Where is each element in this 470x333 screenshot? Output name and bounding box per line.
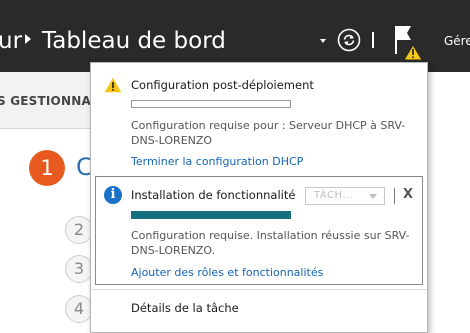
task-dropdown[interactable]: TÂCH... bbox=[305, 187, 385, 205]
warning-icon bbox=[104, 77, 122, 93]
right-panel bbox=[428, 72, 470, 333]
breadcrumb-prev[interactable]: ur bbox=[0, 28, 22, 54]
close-icon[interactable]: X bbox=[403, 187, 413, 203]
item-separator bbox=[394, 188, 395, 204]
chevron-down-icon[interactable] bbox=[320, 39, 326, 43]
task-details-link[interactable]: Détails de la tâche bbox=[131, 301, 239, 315]
breadcrumb-arrow-icon bbox=[25, 34, 31, 44]
divider bbox=[91, 289, 427, 290]
step-1-badge: 1 bbox=[29, 150, 65, 186]
notification-description: Configuration requise pour : Serveur DHC… bbox=[131, 119, 406, 147]
nav-label[interactable]: S GESTIONNA bbox=[0, 94, 91, 108]
notification-title: Configuration post-déploiement bbox=[131, 78, 314, 92]
chevron-down-icon bbox=[369, 194, 377, 199]
progress-bar bbox=[131, 100, 291, 108]
refresh-icon[interactable] bbox=[337, 28, 361, 52]
notification-title: Installation de fonctionnalité bbox=[131, 188, 296, 202]
step-4-badge: 4 bbox=[65, 295, 93, 323]
info-icon: i bbox=[104, 186, 122, 204]
task-dropdown-label: TÂCH... bbox=[314, 190, 354, 201]
step-3-badge: 3 bbox=[65, 255, 93, 283]
notification-description: Configuration requise. Installation réus… bbox=[131, 229, 410, 257]
add-roles-features-link[interactable]: Ajouter des rôles et fonctionnalités bbox=[131, 266, 323, 279]
manage-menu[interactable]: Gére bbox=[444, 34, 470, 48]
notification-flag-icon[interactable] bbox=[393, 22, 425, 62]
complete-dhcp-config-link[interactable]: Terminer la configuration DHCP bbox=[131, 155, 303, 168]
header-separator bbox=[372, 32, 374, 48]
progress-bar-complete bbox=[131, 211, 291, 219]
page-title: Tableau de bord bbox=[42, 28, 226, 54]
step-2-badge: 2 bbox=[65, 216, 93, 244]
